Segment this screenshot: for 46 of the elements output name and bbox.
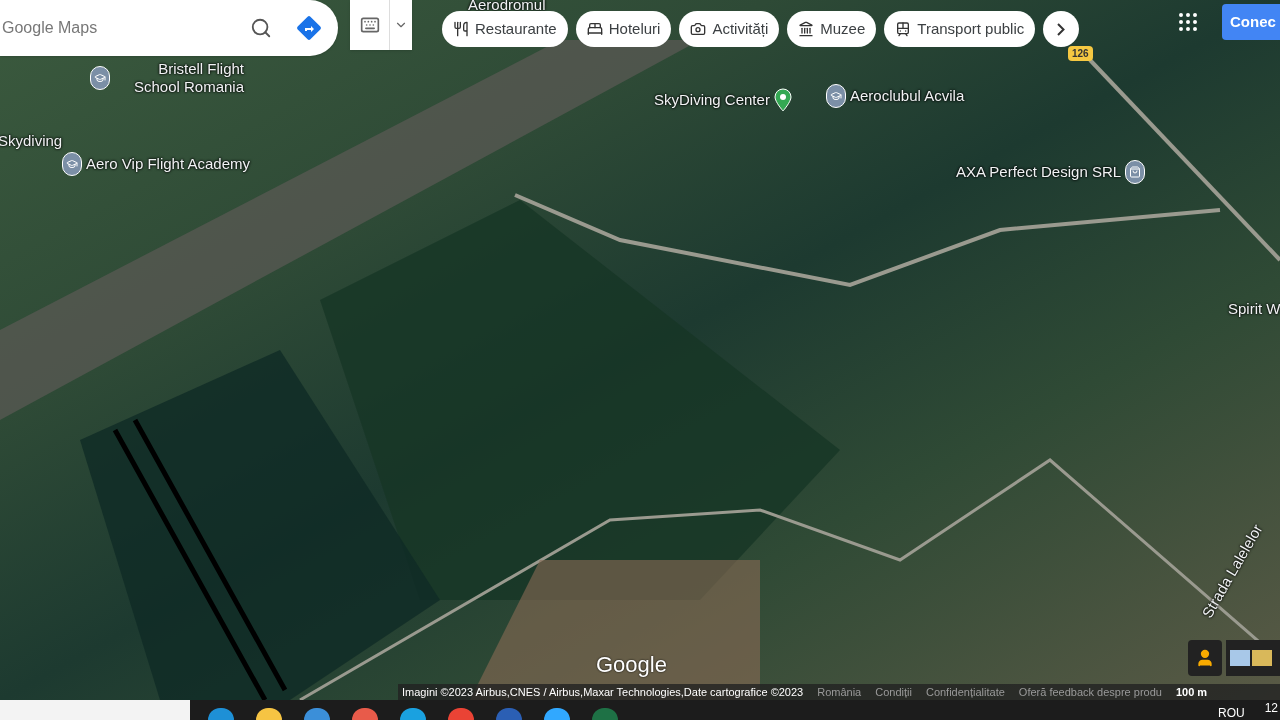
category-chip[interactable]: Hoteluri [575, 11, 672, 47]
scale-label: 100 m [1175, 684, 1208, 700]
pegman-icon [1195, 648, 1215, 668]
app-icon[interactable] [256, 708, 282, 720]
category-chip[interactable]: Activități [679, 11, 780, 47]
place-label[interactable]: SkyDiving Center [654, 88, 770, 112]
map-label: Spirit W [1228, 299, 1280, 319]
taskbar-search-field[interactable] [0, 700, 190, 720]
category-chip[interactable]: Restaurante [442, 11, 568, 47]
app-icon[interactable] [352, 708, 378, 720]
language-indicator[interactable]: ROU [1217, 704, 1245, 720]
footer-link[interactable]: Oferă feedback despre produ [1018, 683, 1162, 700]
category-chip[interactable]: Transport public [884, 11, 1036, 47]
place-label[interactable]: AXA Perfect Design SRL [956, 160, 1122, 184]
museum-icon [798, 21, 815, 37]
imagery-credit: Imagini ©2023 Airbus,CNES / Airbus,Maxar Technologies,Date cartografice ©2023 [402, 684, 804, 700]
road-number: 126 [1068, 46, 1093, 61]
clock[interactable]: 12 [1264, 699, 1278, 717]
place-label[interactable]: Bristell Flight School Romania [114, 60, 244, 96]
camera-icon [690, 21, 707, 37]
footer-link[interactable]: România [817, 683, 862, 700]
sign-in-button[interactable]: Conec [1222, 4, 1280, 40]
footer-link[interactable]: Confidențialitate [925, 683, 1005, 700]
restaurant-icon [453, 21, 469, 37]
apps-grid-icon[interactable] [1176, 10, 1200, 34]
app-icon[interactable] [448, 708, 474, 720]
app-icon[interactable] [544, 708, 570, 720]
search-box[interactable]: Google Maps [0, 0, 338, 56]
satellite-map[interactable] [0, 0, 1280, 700]
app-icon[interactable] [304, 708, 330, 720]
map-pin-icon[interactable] [773, 88, 792, 112]
layers-thumbnail[interactable] [1226, 640, 1280, 676]
search-icon[interactable] [250, 17, 272, 39]
search-input[interactable]: Google Maps [2, 16, 250, 40]
footer-link[interactable]: Condiții [875, 683, 912, 700]
app-icon[interactable] [208, 708, 234, 720]
transit-icon [895, 21, 912, 37]
google-logo: Google [596, 651, 667, 679]
app-icon[interactable] [400, 708, 426, 720]
category-chip[interactable]: Muzee [787, 11, 877, 47]
pegman-button[interactable] [1188, 640, 1222, 676]
place-label[interactable]: Aero Vip Flight Academy [86, 152, 250, 176]
keyboard-icon [359, 15, 380, 35]
place-label[interactable]: Aeroclubul Acvila [850, 84, 965, 108]
hotel-icon [586, 21, 603, 37]
chevron-right-icon [1057, 22, 1066, 36]
